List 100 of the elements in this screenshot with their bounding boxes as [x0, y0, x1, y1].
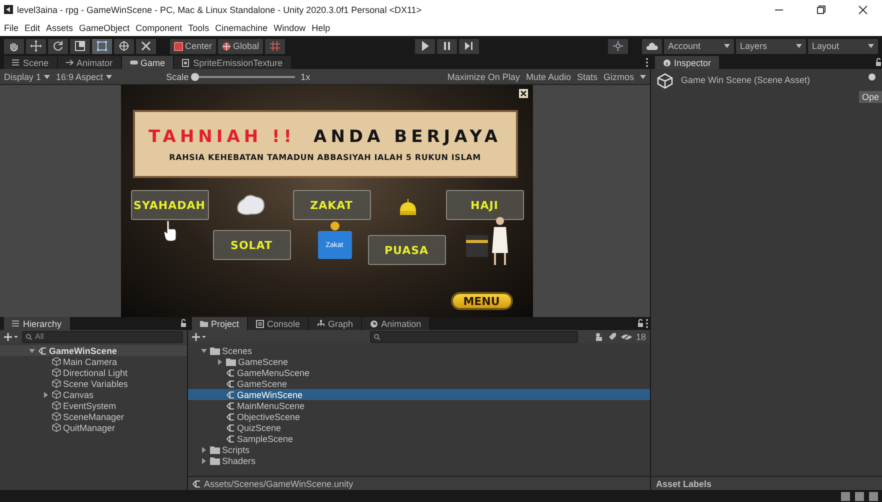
project-item[interactable]: SampleScene — [188, 433, 650, 444]
collab-button[interactable] — [608, 38, 628, 54]
tool-button[interactable] — [114, 38, 134, 54]
project-item[interactable]: QuizScene — [188, 422, 650, 433]
dropdown-button[interactable]: Layout — [808, 38, 878, 54]
project-item[interactable]: GameMenuScene — [188, 367, 650, 378]
project-item[interactable]: Shaders — [188, 455, 650, 466]
pivot-icon — [174, 42, 183, 50]
pillar-button[interactable]: SYAHADAH — [130, 190, 208, 220]
scene-row[interactable]: GameWinScene — [0, 345, 187, 356]
dropdown-button[interactable]: Layers — [736, 38, 806, 54]
panel-tab[interactable]: Graph — [309, 317, 362, 330]
search-field[interactable]: All — [22, 330, 183, 342]
filter-type-icon[interactable] — [594, 332, 604, 341]
menu-item[interactable]: Cinemachine — [215, 22, 268, 32]
tool-button[interactable] — [70, 38, 90, 54]
tool-button[interactable] — [4, 38, 24, 54]
dropdown-button[interactable]: Account — [664, 38, 734, 54]
pivot-button[interactable]: Center — [170, 38, 216, 54]
collapsed-arrow-icon[interactable] — [43, 392, 49, 398]
project-item[interactable]: Scenes — [188, 345, 650, 356]
hierarchy-item[interactable]: Main Camera — [0, 356, 187, 367]
rect-tool-icon — [96, 40, 108, 52]
add-icon[interactable] — [4, 332, 18, 340]
project-item[interactable]: Scripts — [188, 444, 650, 455]
hierarchy-tab[interactable]: Hierarchy — [4, 317, 70, 330]
menu-item[interactable]: Help — [312, 22, 330, 32]
tag-icon[interactable] — [608, 332, 617, 341]
hierarchy-item[interactable]: Directional Light — [0, 367, 187, 378]
more-options-icon[interactable] — [644, 56, 650, 69]
menu-item[interactable]: Tools — [188, 22, 210, 32]
hierarchy-item[interactable]: EventSystem — [0, 400, 187, 411]
menu-item[interactable]: Window — [274, 22, 306, 32]
toolbar-toggle[interactable]: Stats — [576, 72, 598, 82]
pillar-button[interactable]: ZAKAT — [292, 190, 370, 220]
menu-item[interactable]: Assets — [46, 22, 74, 32]
tool-button[interactable] — [136, 38, 156, 54]
hierarchy-item[interactable]: Scene Variables — [0, 378, 187, 389]
hidden-eye-icon[interactable] — [620, 332, 632, 340]
close-icon — [520, 90, 526, 97]
view-tab[interactable]: SpriteEmissionTexture — [174, 56, 291, 69]
project-item[interactable]: GameWinScene — [188, 389, 650, 400]
globe-icon — [222, 42, 232, 50]
dropdown-button[interactable]: 16:9 Aspect — [56, 72, 112, 82]
lock-icon[interactable] — [180, 317, 187, 330]
project-item[interactable]: MainMenuScene — [188, 400, 650, 411]
menu-item[interactable]: Component — [136, 22, 182, 32]
inspector-tab[interactable]: Inspector — [655, 56, 720, 69]
menu-button[interactable]: MENU — [450, 292, 512, 310]
pillar-button[interactable]: HAJI — [446, 190, 524, 220]
close-button[interactable] — [518, 89, 528, 98]
collapsed-arrow-icon[interactable] — [217, 358, 223, 364]
space-button[interactable]: Global — [218, 38, 264, 54]
view-tab[interactable]: Game — [122, 56, 174, 69]
restore-icon[interactable] — [816, 4, 826, 14]
tool-button[interactable] — [92, 38, 112, 54]
lock-icon[interactable] — [875, 56, 882, 69]
caret-icon — [44, 74, 50, 78]
menu-item[interactable]: GameObject — [79, 22, 130, 32]
project-item[interactable]: GameScene — [188, 378, 650, 389]
cloud-icon — [646, 42, 658, 50]
panel-tab[interactable]: Console — [248, 317, 308, 330]
hierarchy-item[interactable]: QuitManager — [0, 422, 187, 433]
project-item[interactable]: GameScene — [188, 356, 650, 367]
open-button[interactable]: Ope — [858, 91, 882, 103]
play-control-button[interactable] — [458, 38, 479, 54]
expanded-arrow-icon[interactable] — [29, 348, 35, 354]
panel-tab[interactable]: Animation — [362, 317, 430, 330]
caret-icon — [106, 74, 112, 78]
lock-icon[interactable] — [637, 317, 644, 330]
project-item[interactable]: ObjectiveScene — [188, 411, 650, 422]
search-field[interactable] — [370, 330, 578, 342]
menu-item[interactable]: Edit — [24, 22, 40, 32]
view-tab[interactable]: Animator — [58, 56, 121, 69]
toolbar-toggle[interactable]: Gizmos — [603, 72, 634, 82]
slider-thumb[interactable] — [190, 72, 199, 80]
close-icon[interactable] — [858, 4, 868, 14]
pillar-button[interactable]: PUASA — [368, 235, 446, 265]
pillar-button[interactable]: SOLAT — [212, 230, 290, 260]
grid-snap-button[interactable] — [265, 38, 286, 54]
view-tab[interactable]: Scene — [4, 56, 57, 69]
tool-button[interactable] — [48, 38, 68, 54]
dropdown-button[interactable]: Display 1 — [4, 72, 50, 82]
cube-icon — [52, 368, 61, 377]
scene-icon — [226, 401, 235, 410]
add-icon[interactable] — [192, 332, 206, 340]
expanded-arrow-icon[interactable] — [201, 348, 207, 354]
hierarchy-item[interactable]: Canvas — [0, 389, 187, 400]
cloud-button[interactable] — [642, 38, 662, 54]
help-icon[interactable] — [868, 73, 876, 81]
tool-button[interactable] — [26, 38, 46, 54]
play-control-button[interactable] — [414, 38, 435, 54]
caret-icon[interactable] — [640, 74, 646, 78]
hierarchy-item[interactable]: SceneManager — [0, 411, 187, 422]
menu-item[interactable]: File — [4, 22, 19, 32]
toolbar-toggle[interactable]: Maximize On Play — [447, 72, 520, 82]
play-control-button[interactable] — [436, 38, 457, 54]
toolbar-toggle[interactable]: Mute Audio — [526, 72, 571, 82]
panel-tab[interactable]: Project — [192, 317, 248, 330]
more-options-icon[interactable] — [644, 317, 650, 330]
